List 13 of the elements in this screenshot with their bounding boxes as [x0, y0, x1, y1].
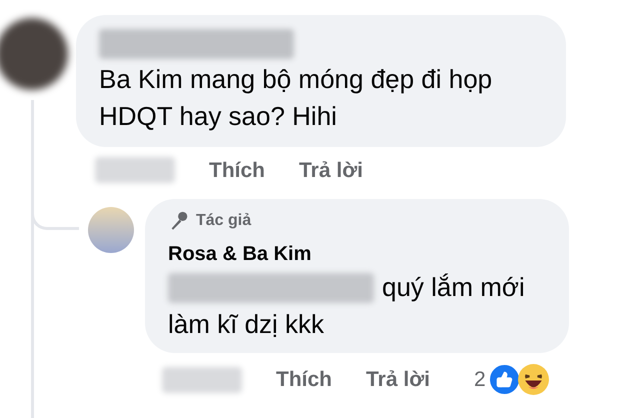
reply-text: quý lắm mới	[382, 271, 525, 304]
action-link[interactable]: Trả lời	[366, 369, 430, 390]
author-badge-label: Tác giả	[196, 211, 252, 231]
reply-text: làm kĩ dzị kkk	[168, 308, 326, 341]
action-link[interactable]: Thích	[209, 160, 265, 180]
reaction-count: 2	[474, 366, 486, 393]
avatar-icon	[88, 207, 134, 253]
blurred-avatar	[0, 18, 68, 90]
author-name: Rosa & Ba Kim	[168, 242, 312, 267]
action-link[interactable]: Trả lời	[299, 160, 363, 180]
laughing-emoji-icon	[516, 363, 550, 396]
action-link[interactable]: Thích	[276, 369, 332, 390]
comment-text: Ba Kim mang bộ móng đẹp đi họp HDQT hay sao? Hihi	[99, 63, 494, 133]
